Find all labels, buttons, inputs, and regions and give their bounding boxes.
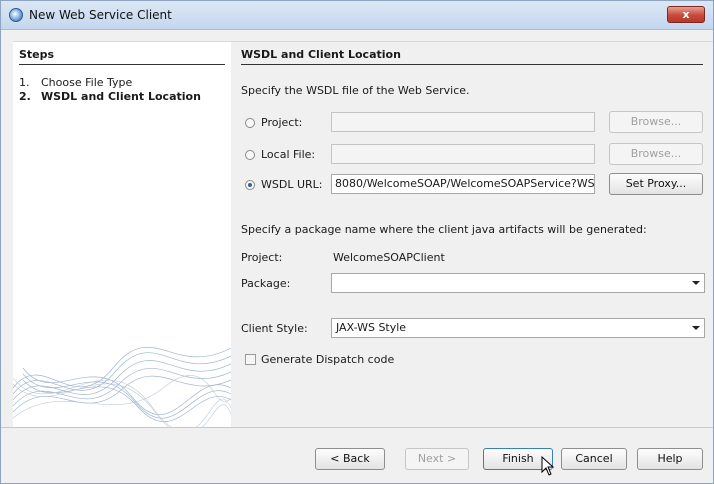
chevron-down-icon[interactable] <box>692 326 700 330</box>
project-value: WelcomeSOAPClient <box>333 251 445 264</box>
next-button[interactable]: Next > <box>405 448 469 470</box>
client-style-combobox[interactable]: JAX-WS Style <box>331 318 705 338</box>
step-number: 1. <box>19 76 30 89</box>
set-proxy-button[interactable]: Set Proxy... <box>609 173 703 195</box>
package-combobox[interactable] <box>331 273 705 293</box>
client-style-label: Client Style: <box>241 322 308 335</box>
wsdl-url-radio[interactable] <box>245 180 255 190</box>
window-title: New Web Service Client <box>29 8 172 22</box>
wsdl-url-input[interactable]: 8080/WelcomeSOAP/WelcomeSOAPService?WSDL <box>331 174 595 194</box>
cancel-button[interactable]: Cancel <box>561 448 627 470</box>
steps-panel: Steps 1. Choose File Type 2. WSDL and Clie… <box>13 41 231 428</box>
step-number: 2. <box>19 90 31 103</box>
help-button[interactable]: Help <box>637 448 703 470</box>
wsdl-instruction: Specify the WSDL file of the Web Service… <box>241 84 470 97</box>
local-file-browse-button[interactable]: Browse... <box>609 143 703 165</box>
globe-icon <box>9 8 23 22</box>
project-input[interactable] <box>331 112 595 132</box>
generate-dispatch-checkbox[interactable] <box>245 354 256 365</box>
wizard-content-panel: WSDL and Client Location Specify the WSD… <box>231 41 713 428</box>
divider <box>19 64 225 65</box>
divider <box>241 64 703 65</box>
project-radio[interactable] <box>245 118 255 128</box>
client-style-value: JAX-WS Style <box>336 321 407 334</box>
project-browse-button[interactable]: Browse... <box>609 111 703 133</box>
wsdl-url-radio-label: WSDL URL: <box>261 178 323 191</box>
step-choose-file-type: 1. Choose File Type <box>19 76 132 89</box>
local-file-input[interactable] <box>331 144 595 164</box>
back-button[interactable]: < Back <box>315 448 385 470</box>
close-button[interactable]: x <box>667 6 705 23</box>
steps-title: Steps <box>19 48 55 61</box>
package-label: Package: <box>241 277 291 290</box>
step-label: WSDL and Client Location <box>41 90 201 103</box>
title-bar[interactable]: New Web Service Client x <box>1 1 713 30</box>
step-label: Choose File Type <box>41 76 133 89</box>
panel-title: WSDL and Client Location <box>241 48 401 61</box>
local-file-radio-label: Local File: <box>261 148 316 161</box>
project-label: Project: <box>241 251 283 264</box>
local-file-radio[interactable] <box>245 150 255 160</box>
wave-decoration-graphic <box>13 347 231 428</box>
dialog-window: New Web Service Client x Steps 1. Choose … <box>0 0 714 484</box>
divider <box>1 427 713 428</box>
chevron-down-icon[interactable] <box>692 281 700 285</box>
generate-dispatch-label: Generate Dispatch code <box>261 353 395 366</box>
mouse-pointer-icon <box>541 456 555 476</box>
step-wsdl-client-location: 2. WSDL and Client Location <box>19 90 201 103</box>
package-instruction: Specify a package name where the client … <box>241 223 647 236</box>
project-radio-label: Project: <box>261 116 303 129</box>
